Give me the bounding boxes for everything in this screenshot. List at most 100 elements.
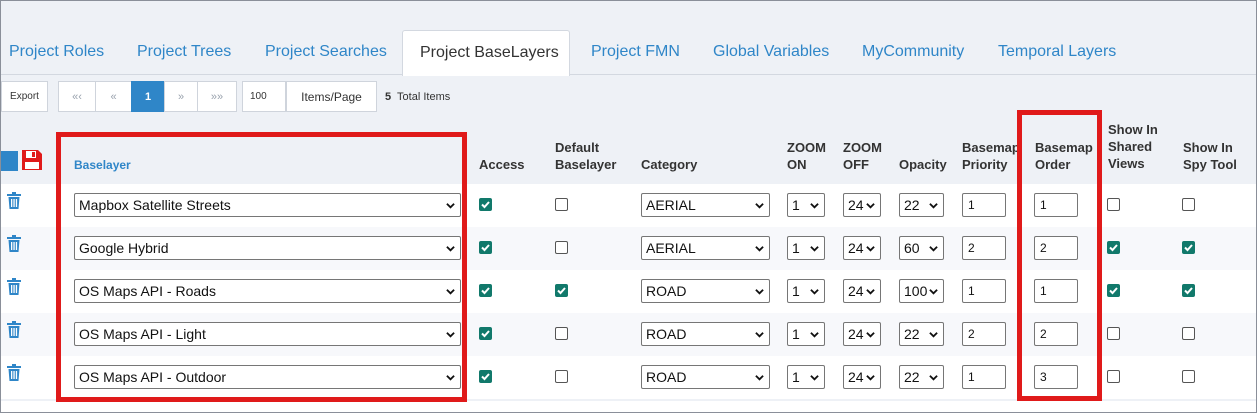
zoom-on-select-value: 1 [792,326,800,342]
next-page-button[interactable]: » [164,81,198,112]
baselayer-select-value: Google Hybrid [79,240,169,256]
category-select[interactable]: AERIAL [641,236,770,260]
zoom-on-select[interactable]: 1 [787,193,825,217]
tab-temporal-layers[interactable]: Temporal Layers [998,43,1116,61]
default-baselayer-checkbox[interactable] [555,327,568,340]
zoom-off-select[interactable]: 24 [843,322,881,346]
app-window: Project Roles Project Trees Project Sear… [0,0,1257,413]
export-button[interactable]: Export [1,81,48,112]
zoom-on-select[interactable]: 1 [787,236,825,260]
basemap-priority-input[interactable]: 1 [962,193,1006,217]
page-1-button[interactable]: 1 [131,81,165,112]
default-baselayer-checkbox[interactable] [555,370,568,383]
access-checkbox[interactable] [479,241,492,254]
row-indicator-icon [1,151,18,171]
access-checkbox[interactable] [479,198,492,211]
category-select-value: AERIAL [646,240,696,256]
basemap-priority-input[interactable]: 2 [962,236,1006,260]
basemap-order-input[interactable]: 1 [1034,193,1078,217]
first-page-button[interactable]: «‹ [58,81,96,112]
chevron-down-icon [755,289,764,295]
zoom-on-select[interactable]: 1 [787,279,825,303]
header-basemap-priority: Basemap Priority [962,140,1020,172]
tab-project-fmn[interactable]: Project FMN [591,43,680,61]
chevron-down-icon [755,375,764,381]
header-basemap-order: Basemap Order [1035,140,1093,172]
default-baselayer-checkbox[interactable] [555,198,568,211]
zoom-on-select-value: 1 [792,369,800,385]
zoom-on-select[interactable]: 1 [787,322,825,346]
trash-icon[interactable] [6,364,22,382]
floppy-disk-icon[interactable] [21,149,43,171]
access-checkbox[interactable] [479,370,492,383]
header-opacity: Opacity [899,157,947,172]
show-in-spy-tool-checkbox[interactable] [1182,370,1195,383]
trash-icon[interactable] [6,192,22,210]
chevron-down-icon [866,246,875,252]
items-per-page-input[interactable]: 100 [242,81,286,112]
basemap-priority-input[interactable]: 1 [962,365,1006,389]
opacity-select[interactable]: 22 [899,193,944,217]
show-in-shared-views-checkbox[interactable] [1107,284,1120,297]
trash-icon[interactable] [6,321,22,339]
show-in-shared-views-checkbox[interactable] [1107,198,1120,211]
basemap-priority-input[interactable]: 2 [962,322,1006,346]
zoom-off-select[interactable]: 24 [843,236,881,260]
baselayer-select[interactable]: OS Maps API - Roads [74,279,461,303]
basemap-order-input[interactable]: 3 [1034,365,1078,389]
header-baselayer[interactable]: Baselayer [74,157,131,174]
basemap-order-input[interactable]: 2 [1034,236,1078,260]
show-in-spy-tool-checkbox[interactable] [1182,198,1195,211]
tab-global-variables[interactable]: Global Variables [713,43,829,61]
chevron-down-icon [866,332,875,338]
baselayer-select[interactable]: OS Maps API - Light [74,322,461,346]
basemap-order-input[interactable]: 2 [1034,322,1078,346]
tab-project-searches[interactable]: Project Searches [265,43,387,61]
show-in-spy-tool-checkbox[interactable] [1182,284,1195,297]
opacity-select[interactable]: 22 [899,322,944,346]
basemap-priority-input[interactable]: 1 [962,279,1006,303]
show-in-shared-views-checkbox[interactable] [1107,241,1120,254]
category-select[interactable]: ROAD [641,279,770,303]
last-page-button[interactable]: »» [197,81,237,112]
zoom-off-select[interactable]: 24 [843,193,881,217]
chevron-down-icon [755,203,764,209]
chevron-down-icon [810,246,819,252]
tab-mycommunity[interactable]: MyCommunity [862,43,964,61]
category-select[interactable]: ROAD [641,365,770,389]
show-in-spy-tool-checkbox[interactable] [1182,327,1195,340]
zoom-off-select[interactable]: 24 [843,279,881,303]
baselayer-select[interactable]: Mapbox Satellite Streets [74,193,461,217]
category-select[interactable]: AERIAL [641,193,770,217]
opacity-select[interactable]: 60 [899,236,944,260]
baselayer-select[interactable]: Google Hybrid [74,236,461,260]
opacity-select-value: 100 [904,283,928,299]
category-select[interactable]: ROAD [641,322,770,346]
category-select-value: ROAD [646,326,687,342]
show-in-shared-views-checkbox[interactable] [1107,370,1120,383]
show-in-spy-tool-checkbox[interactable] [1182,241,1195,254]
trash-icon[interactable] [6,278,22,296]
access-checkbox[interactable] [479,327,492,340]
show-in-shared-views-checkbox[interactable] [1107,327,1120,340]
zoom-off-select[interactable]: 24 [843,365,881,389]
opacity-select[interactable]: 100 [899,279,944,303]
tab-project-roles[interactable]: Project Roles [9,43,104,61]
tab-project-trees[interactable]: Project Trees [137,43,231,61]
items-per-page-button[interactable]: Items/Page [286,81,377,112]
chevron-down-icon [929,246,938,252]
tab-project-baselayers[interactable]: Project BaseLayers [402,30,570,76]
opacity-select-value: 60 [904,240,920,256]
baselayer-select-value: OS Maps API - Light [79,326,206,342]
opacity-select[interactable]: 22 [899,365,944,389]
access-checkbox[interactable] [479,284,492,297]
chevron-down-icon [810,203,819,209]
table-row: Mapbox Satellite Streets AERIAL 1 24 22 1 1 [1,184,1256,227]
zoom-on-select[interactable]: 1 [787,365,825,389]
baselayer-select[interactable]: OS Maps API - Outdoor [74,365,461,389]
basemap-order-input[interactable]: 1 [1034,279,1078,303]
default-baselayer-checkbox[interactable] [555,241,568,254]
prev-page-button[interactable]: « [95,81,132,112]
trash-icon[interactable] [6,235,22,253]
default-baselayer-checkbox[interactable] [555,284,568,297]
